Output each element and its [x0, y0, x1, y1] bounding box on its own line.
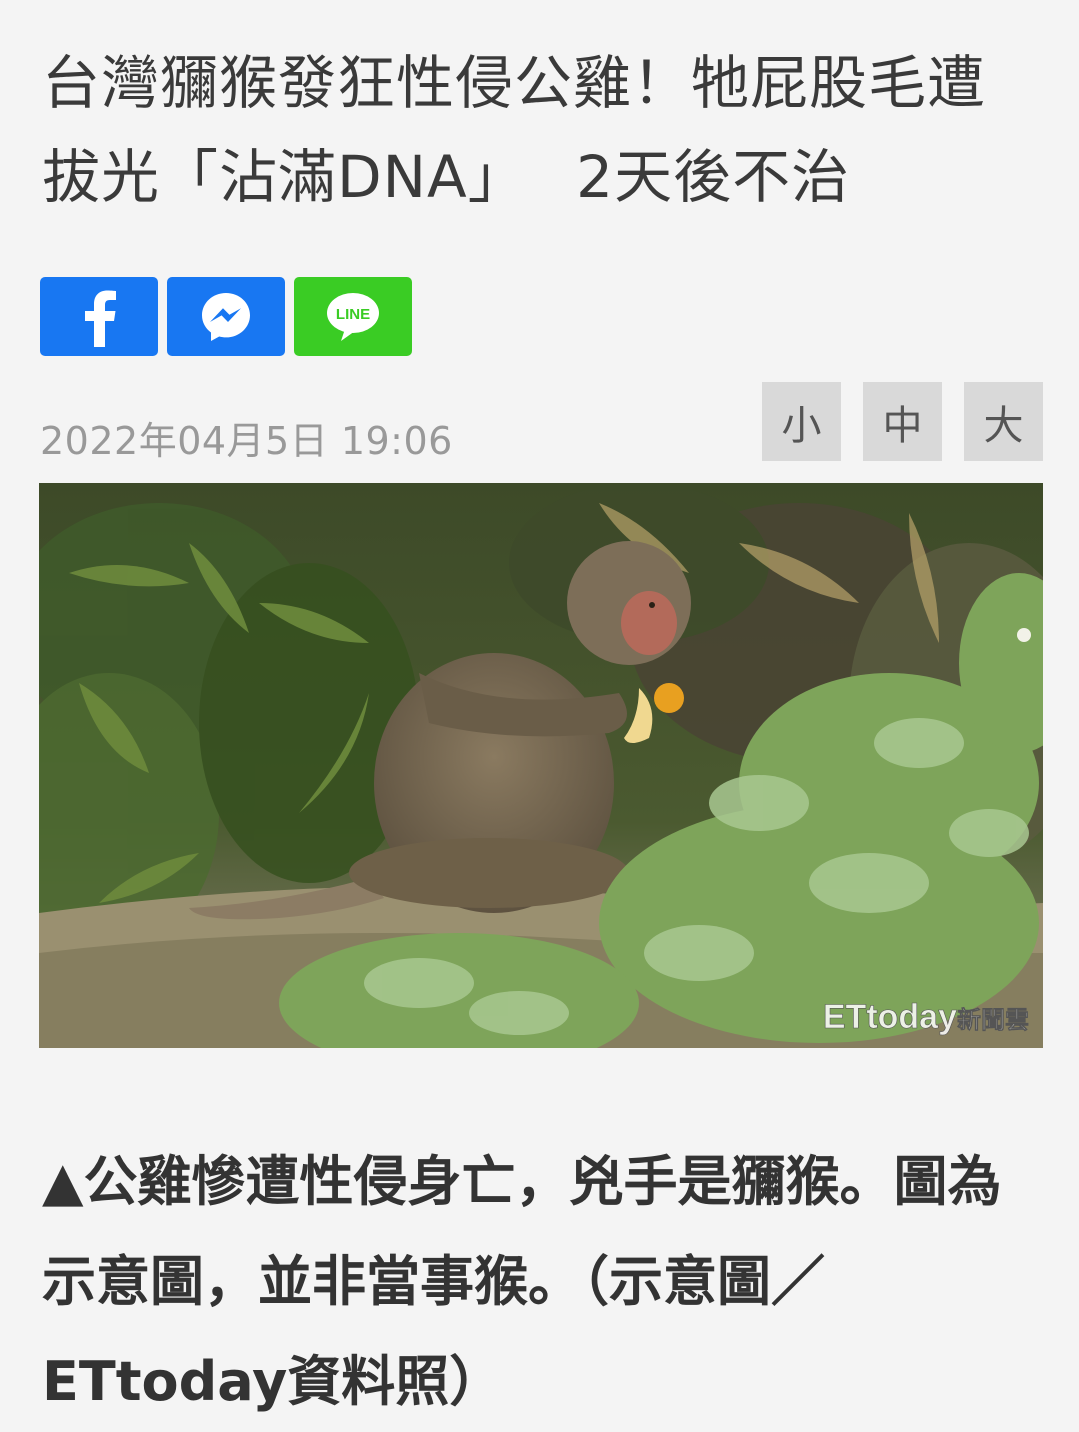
line-icon-label: LINE — [336, 306, 370, 323]
caption-line-1: ▲公雞慘遭性侵身亡，兇手是獼猴。圖為 — [42, 1150, 1002, 1213]
messenger-icon — [202, 292, 250, 341]
line-icon: LINE — [327, 292, 379, 341]
caption-line-3: ETtoday資料照） — [42, 1350, 504, 1413]
headline-line-2: 拔光「沾滿DNA」 2天後不治 — [42, 143, 851, 211]
messenger-share-button[interactable] — [167, 277, 285, 356]
facebook-share-button[interactable] — [40, 277, 158, 356]
headline-line-1: 台灣獼猴發狂性侵公雞！牠屁股毛遭 — [42, 49, 987, 117]
facebook-icon — [85, 290, 116, 347]
watermark-brand: ETtoday — [823, 998, 957, 1036]
font-size-selector: 小 中 大 — [762, 382, 1043, 461]
line-share-button[interactable]: LINE — [294, 277, 412, 356]
share-buttons: LINE — [40, 277, 412, 356]
watermark-suffix: 新聞雲 — [957, 1006, 1029, 1034]
font-size-large-button[interactable]: 大 — [964, 382, 1043, 461]
font-size-medium-button[interactable]: 中 — [863, 382, 942, 461]
caption-line-2: 示意圖，並非當事猴。（示意圖／ — [42, 1250, 825, 1313]
macaque-photo: ETtoday新聞雲 — [39, 483, 1043, 1048]
publish-date: 2022年04月5日 19:06 — [40, 419, 453, 463]
article-photo: ETtoday新聞雲 — [39, 483, 1043, 1048]
photo-caption: ▲公雞慘遭性侵身亡，兇手是獼猴。圖為 示意圖，並非當事猴。（示意圖／ ETtod… — [42, 1132, 1042, 1432]
font-size-small-button[interactable]: 小 — [762, 382, 841, 461]
article-headline: 台灣獼猴發狂性侵公雞！牠屁股毛遭 拔光「沾滿DNA」 2天後不治 — [42, 36, 1042, 224]
